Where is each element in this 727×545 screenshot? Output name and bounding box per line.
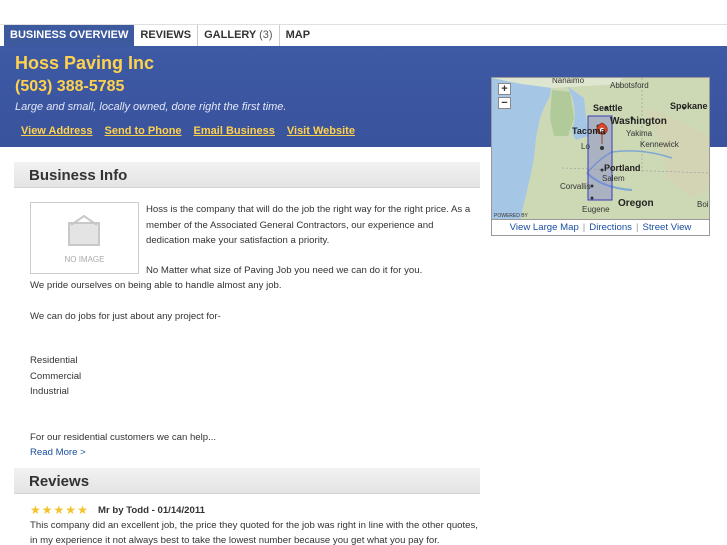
tab-label: MAP (285, 29, 311, 41)
business-name: Hoss Paving Inc (15, 53, 155, 73)
map-label-seattle: Seattle (593, 103, 623, 113)
project-type: Industrial (30, 386, 69, 397)
map-label-corvallis: Corvallis (560, 182, 591, 191)
map-links: View Large Map | Directions | Street Vie… (491, 220, 710, 236)
separator: | (582, 222, 586, 233)
map-label-abbotsford: Abbotsford (610, 81, 649, 90)
send-to-phone-link[interactable]: Send to Phone (105, 125, 182, 137)
star-icon: ★ (65, 503, 77, 517)
tab-business-overview[interactable]: BUSINESS OVERVIEW (4, 25, 135, 46)
map-label-boise: Boi (697, 200, 709, 209)
image-placeholder-icon (68, 215, 100, 246)
project-type: Residential (30, 355, 78, 366)
email-business-link[interactable]: Email Business (194, 125, 275, 137)
business-info-header: Business Info (14, 162, 480, 188)
separator: | (635, 222, 639, 233)
star-icon: ★ (41, 503, 53, 517)
map-widget[interactable]: + − Nanaimo Abbotsford Seattle Spokane W… (491, 77, 710, 220)
tab-map[interactable]: MAP (280, 25, 316, 46)
business-tagline: Large and small, locally owned, done rig… (15, 101, 287, 113)
visit-website-link[interactable]: Visit Website (287, 125, 355, 137)
description-paragraph: No Matter what size of Paving Job you ne… (146, 265, 423, 276)
review-text: in my experience it not always best to t… (30, 535, 440, 545)
map-label-nanaimo: Nanaimo (552, 77, 585, 85)
project-type: Commercial (30, 371, 82, 382)
map-label-yakima: Yakima (626, 129, 653, 138)
tab-label: REVIEWS (140, 29, 192, 41)
map-graphic (492, 78, 709, 219)
star-icon: ★ (77, 503, 88, 517)
review-meta: Mr by Todd - 01/14/2011 (98, 505, 205, 516)
street-view-link[interactable]: Street View (642, 222, 691, 233)
no-image-label: NO IMAGE (64, 255, 105, 264)
tab-count: (3) (259, 29, 273, 41)
description-line: We can do jobs for just about any projec… (30, 311, 221, 322)
map-label-kennewick: Kennewick (640, 140, 679, 149)
no-image-placeholder: NO IMAGE (30, 202, 139, 274)
map-label-portland: Portland (604, 163, 641, 173)
map-label-salem: Salem (602, 174, 625, 183)
zoom-in-button[interactable]: + (498, 83, 511, 95)
review-text: This company did an excellent job, the p… (30, 520, 478, 531)
tab-bar: BUSINESS OVERVIEW REVIEWS GALLERY (3) MA… (0, 24, 727, 46)
tab-label: BUSINESS OVERVIEW (10, 29, 129, 41)
star-icon: ★ (53, 503, 65, 517)
section-title: Reviews (29, 473, 90, 490)
tab-reviews[interactable]: REVIEWS (134, 25, 199, 46)
map-label-spokane: Spokane (670, 101, 708, 111)
description-line: We pride ourselves on being able to hand… (30, 280, 282, 291)
tab-label: GALLERY (204, 29, 257, 41)
map-label-longview: Lo (581, 142, 590, 151)
view-large-map-link[interactable]: View Large Map (510, 222, 579, 233)
zoom-out-button[interactable]: − (498, 97, 511, 109)
section-title: Business Info (29, 167, 128, 184)
map-label-oregon: Oregon (618, 198, 654, 209)
directions-link[interactable]: Directions (589, 222, 632, 233)
rating-stars: ★ ★ ★ ★ ★ (30, 504, 88, 516)
map-label-tacoma: Tacoma (572, 126, 606, 136)
view-address-link[interactable]: View Address (21, 125, 93, 137)
business-phone[interactable]: (503) 388-5785 (15, 78, 124, 96)
reviews-header: Reviews (14, 468, 480, 494)
tabs: BUSINESS OVERVIEW REVIEWS GALLERY (3) MA… (4, 25, 316, 47)
read-more-link[interactable]: Read More > (30, 447, 86, 458)
description-paragraph: Hoss is the company that will do the job… (146, 204, 471, 246)
star-icon: ★ (30, 503, 41, 517)
map-powered-by: POWERED BY (494, 213, 528, 219)
map-label-washington: Washington (610, 116, 667, 127)
tab-gallery[interactable]: GALLERY (3) (198, 25, 280, 46)
map-label-eugene: Eugene (582, 205, 610, 214)
header-links: View Address Send to Phone Email Busines… (21, 125, 355, 137)
description-line: For our residential customers we can hel… (30, 432, 217, 443)
